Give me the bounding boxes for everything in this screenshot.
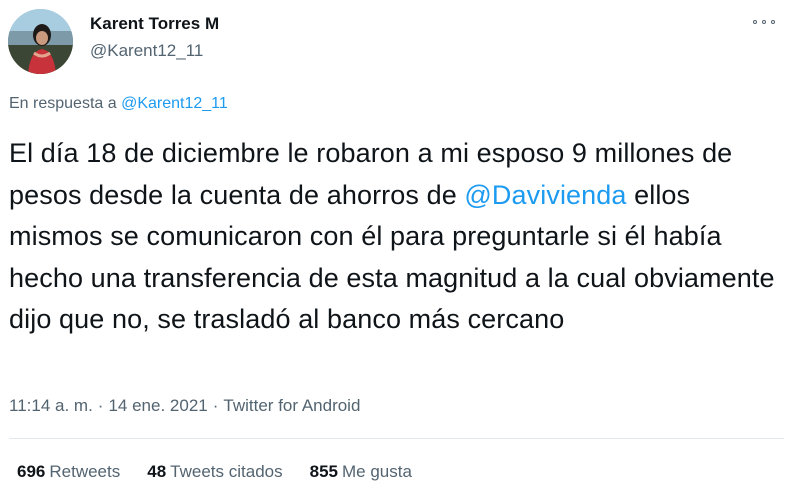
tweet-date[interactable]: 14 ene. 2021 xyxy=(108,396,207,415)
meta-separator: · xyxy=(97,396,104,415)
tweet-meta: 11:14 a. m. · 14 ene. 2021 · Twitter for And… xyxy=(9,396,360,416)
retweets-label: Retweets xyxy=(49,462,121,481)
author-name[interactable]: Karent Torres M xyxy=(90,14,219,34)
more-options-icon[interactable] xyxy=(753,14,775,30)
avatar[interactable] xyxy=(8,9,73,74)
tweet-source[interactable]: Twitter for Android xyxy=(223,396,360,415)
retweets-stat[interactable]: 696 Retweets xyxy=(17,462,120,482)
likes-stat[interactable]: 855 Me gusta xyxy=(310,462,412,482)
mention-link[interactable]: @Davivienda xyxy=(464,180,626,210)
reply-prefix: En respuesta a xyxy=(9,95,117,112)
quote-tweets-stat[interactable]: 48 Tweets citados xyxy=(147,462,282,482)
likes-label: Me gusta xyxy=(342,462,412,481)
tweet-text: El día 18 de diciembre le robaron a mi e… xyxy=(9,133,784,341)
likes-count: 855 xyxy=(309,462,338,481)
quotes-count: 48 xyxy=(147,462,167,481)
reply-to-handle-link[interactable]: @Karent12_11 xyxy=(121,95,228,112)
divider xyxy=(9,438,784,439)
retweets-count: 696 xyxy=(17,462,46,481)
reply-context: En respuesta a @Karent12_11 xyxy=(9,95,228,113)
tweet-stats: 696 Retweets 48 Tweets citados 855 Me gusta xyxy=(17,462,439,482)
quotes-label: Tweets citados xyxy=(170,462,283,481)
tweet-time[interactable]: 11:14 a. m. xyxy=(9,396,93,415)
meta-separator: · xyxy=(212,396,219,415)
author-handle[interactable]: @Karent12_11 xyxy=(90,41,203,61)
